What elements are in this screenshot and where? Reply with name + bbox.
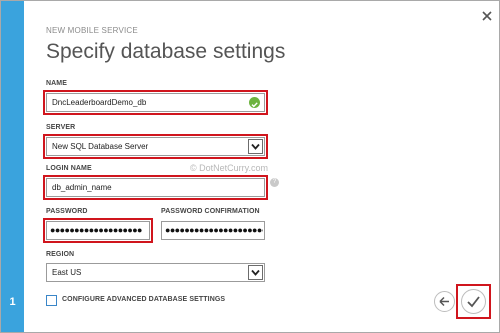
chevron-down-icon[interactable] bbox=[248, 139, 263, 154]
arrow-left-icon bbox=[439, 296, 449, 307]
question-icon[interactable]: ? bbox=[270, 178, 279, 187]
checkmark-icon bbox=[467, 296, 480, 308]
password-confirmation-input[interactable]: ●●●●●●●●●●●●●●●●●●●●●●● bbox=[161, 221, 265, 240]
name-input[interactable]: DncLeaderboardDemo_db bbox=[46, 93, 265, 112]
advanced-settings-checkbox[interactable] bbox=[46, 295, 57, 306]
check-circle-icon bbox=[249, 97, 260, 108]
step-rail: 1 bbox=[1, 1, 24, 332]
region-value: East US bbox=[52, 268, 82, 277]
server-value: New SQL Database Server bbox=[52, 142, 149, 151]
password-input[interactable]: ●●●●●●●●●●●●●●●●●●● bbox=[46, 221, 150, 240]
chevron-down-icon[interactable] bbox=[248, 265, 263, 280]
wizard-label: NEW MOBILE SERVICE bbox=[46, 26, 138, 35]
back-button[interactable] bbox=[434, 291, 455, 312]
login-name-value: db_admin_name bbox=[52, 183, 112, 192]
password-confirmation-label: PASSWORD CONFIRMATION bbox=[161, 208, 260, 215]
page-title: Specify database settings bbox=[46, 40, 286, 63]
close-icon[interactable] bbox=[481, 10, 493, 22]
name-value: DncLeaderboardDemo_db bbox=[52, 98, 147, 107]
login-name-label: LOGIN NAME bbox=[46, 165, 92, 172]
finish-button[interactable] bbox=[461, 289, 486, 314]
advanced-settings-label: CONFIGURE ADVANCED DATABASE SETTINGS bbox=[62, 296, 226, 303]
name-label: NAME bbox=[46, 80, 68, 87]
region-select[interactable]: East US bbox=[46, 263, 265, 282]
server-label: SERVER bbox=[46, 124, 76, 131]
step-number: 1 bbox=[9, 296, 16, 308]
password-label: PASSWORD bbox=[46, 208, 88, 215]
password-confirmation-mask: ●●●●●●●●●●●●●●●●●●●●●●● bbox=[165, 225, 263, 235]
password-mask: ●●●●●●●●●●●●●●●●●●● bbox=[50, 225, 142, 235]
server-select[interactable]: New SQL Database Server bbox=[46, 137, 265, 156]
login-name-input[interactable]: db_admin_name bbox=[46, 178, 265, 197]
region-label: REGION bbox=[46, 251, 75, 258]
watermark: © DotNetCurry.com bbox=[190, 163, 268, 173]
